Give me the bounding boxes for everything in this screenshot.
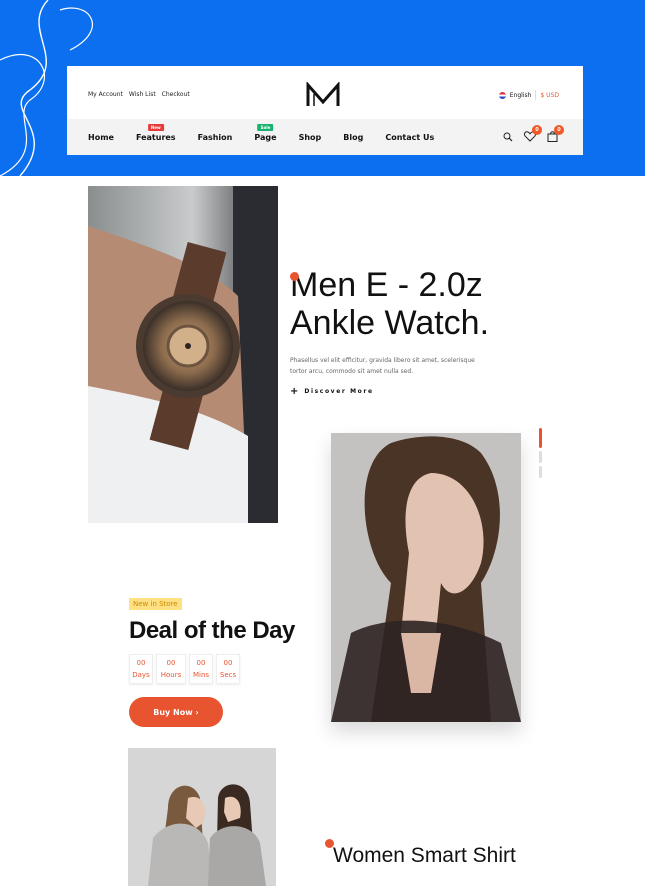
search-icon[interactable]	[501, 126, 515, 142]
new-badge: New	[147, 124, 164, 131]
slide-dot-active[interactable]	[539, 428, 542, 448]
wishlist-count-badge: 0	[532, 125, 542, 135]
countdown-unit: Days	[132, 671, 150, 679]
hero-title: Men E - 2.0z Ankle Watch.	[290, 266, 550, 342]
main-nav: Home New Features Fashion Sale Page Shop B…	[67, 119, 583, 155]
nav-features[interactable]: New Features	[135, 124, 176, 142]
us-flag-icon	[498, 91, 506, 99]
new-in-store-tag: New in Store	[129, 598, 182, 610]
wish-list-link[interactable]: Wish List	[129, 91, 156, 98]
nav-label: Shop	[298, 133, 322, 142]
divider	[535, 90, 537, 100]
cart-count-badge: 0	[554, 125, 564, 135]
discover-more-label: Discover More	[304, 388, 374, 395]
language-selector[interactable]: English	[510, 92, 532, 99]
watch-product-image[interactable]	[88, 186, 278, 523]
women-smart-shirt-title: Women Smart Shirt	[333, 844, 516, 867]
countdown-mins: 00 Mins	[189, 654, 213, 684]
cart-icon[interactable]: 0	[545, 125, 564, 142]
header-icons: 0 0	[501, 125, 564, 142]
hero-title-line-2: Ankle Watch.	[290, 304, 490, 342]
plus-icon: +	[290, 386, 299, 397]
countdown-secs: 00 Secs	[216, 654, 240, 684]
checkout-link[interactable]: Checkout	[162, 91, 190, 98]
accent-dot	[290, 272, 299, 281]
nav-label: Home	[88, 133, 114, 142]
hero-content: Men E - 2.0z Ankle Watch. Phasellus vel …	[290, 266, 550, 397]
slide-dot[interactable]	[539, 451, 542, 463]
nav-blog[interactable]: Blog	[343, 133, 363, 142]
sale-badge: Sale	[257, 124, 274, 131]
account-links: My Account Wish List Checkout	[88, 91, 190, 98]
deal-title: Deal of the Day	[129, 617, 295, 644]
countdown-timer: 00 Days 00 Hours 00 Mins 00 Secs	[129, 654, 295, 684]
slide-dot[interactable]	[539, 466, 542, 478]
countdown-unit: Mins	[192, 671, 210, 679]
countdown-value: 00	[166, 659, 176, 667]
woman-product-image[interactable]	[331, 433, 521, 722]
locale-selector: English $ USD	[498, 90, 559, 100]
nav-page[interactable]: Sale Page	[254, 124, 277, 142]
nav-shop[interactable]: Shop	[299, 133, 322, 142]
discover-more-link[interactable]: + Discover More	[290, 386, 550, 397]
site-header: My Account Wish List Checkout English $ …	[67, 66, 583, 155]
top-bar: My Account Wish List Checkout English $ …	[67, 66, 583, 119]
nav-label: Contact Us	[385, 133, 435, 142]
countdown-value: 00	[196, 659, 206, 667]
hero-description: Phasellus vel elit efficitur, gravida li…	[290, 357, 475, 375]
nav-label: Fashion	[197, 133, 233, 142]
nav-label: Features	[135, 133, 176, 142]
women-product-image[interactable]	[128, 748, 276, 886]
countdown-value: 00	[223, 659, 233, 667]
nav-label: Blog	[343, 133, 364, 142]
nav-contact-us[interactable]: Contact Us	[385, 133, 434, 142]
nav-label: Page	[254, 133, 277, 142]
countdown-days: 00 Days	[129, 654, 153, 684]
wishlist-icon[interactable]: 0	[523, 125, 542, 142]
nav-home[interactable]: Home	[88, 133, 114, 142]
countdown-unit: Secs	[219, 671, 237, 679]
hero-title-line-1: Men E - 2.0z	[290, 266, 483, 304]
countdown-unit: Hours	[160, 671, 182, 679]
countdown-hours: 00 Hours	[156, 654, 186, 684]
currency-selector[interactable]: $ USD	[540, 92, 559, 99]
deal-section: New in Store Deal of the Day 00 Days 00 Ho…	[129, 591, 295, 727]
countdown-value: 00	[136, 659, 146, 667]
slider-pagination	[539, 428, 542, 478]
nav-fashion[interactable]: Fashion	[198, 133, 233, 142]
my-account-link[interactable]: My Account	[88, 91, 123, 98]
buy-now-button[interactable]: Buy Now ›	[129, 697, 223, 727]
brand-logo[interactable]	[306, 82, 340, 108]
